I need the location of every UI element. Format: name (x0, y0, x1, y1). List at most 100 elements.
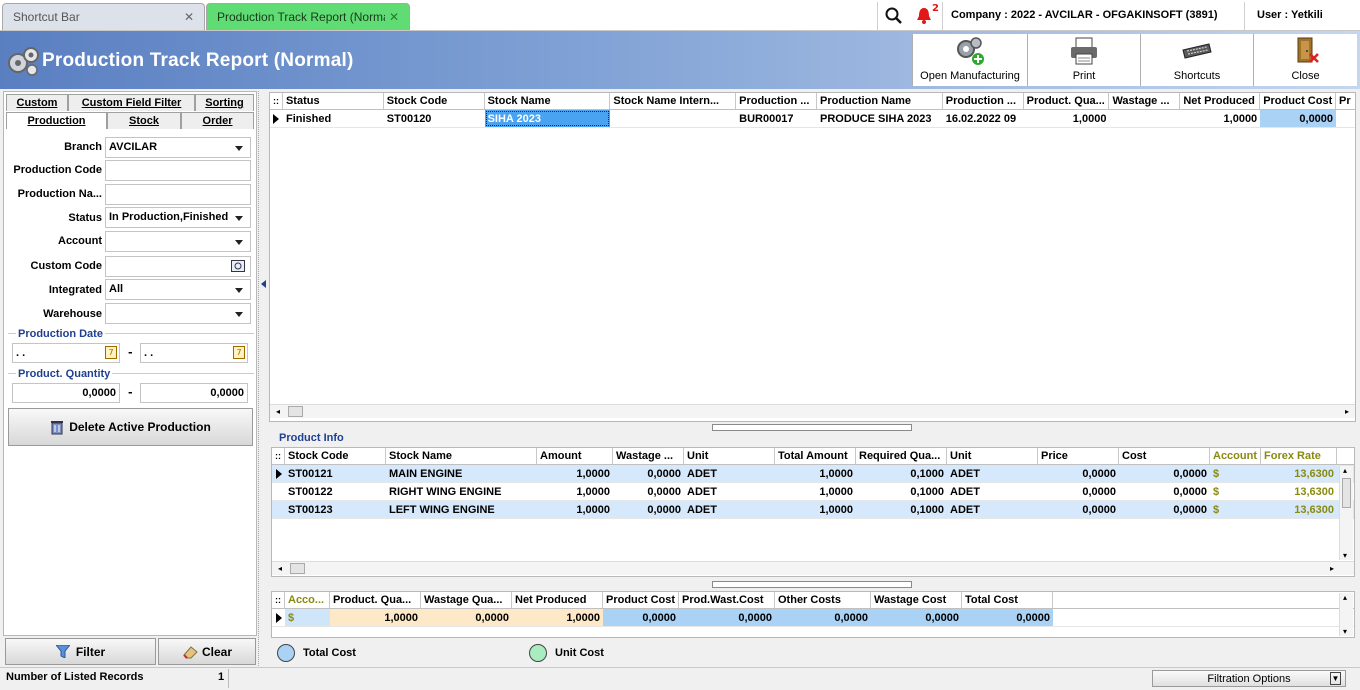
col-status[interactable]: Status (283, 93, 384, 109)
close-button[interactable]: Close (1253, 34, 1357, 86)
delete-active-production-button[interactable]: Delete Active Production (8, 408, 253, 446)
calendar-icon[interactable]: 7 (105, 346, 117, 359)
tab-custom-field-filter[interactable]: Custom Field Filter (68, 94, 195, 111)
scroll-right-icon[interactable]: ▸ (1330, 564, 1334, 573)
col-stock-name[interactable]: Stock Name (386, 448, 537, 464)
col-production-name[interactable]: Production Name (817, 93, 943, 109)
col-account[interactable]: Acco... (285, 592, 330, 608)
col-wastage-cost[interactable]: Wastage Cost (871, 592, 962, 608)
custom-code-input[interactable] (105, 256, 251, 277)
col-wastage[interactable]: Wastage ... (613, 448, 684, 464)
production-date-to[interactable]: . . (140, 343, 248, 363)
cell-account: $ (1213, 468, 1220, 480)
row-pointer-icon (272, 483, 285, 500)
bell-icon[interactable] (916, 7, 932, 24)
scroll-thumb[interactable] (288, 406, 303, 417)
cell-stock-name: MAIN ENGINE (389, 468, 463, 480)
panel-splitter[interactable] (258, 91, 268, 666)
cell-stock-name[interactable]: SIHA 2023 (484, 110, 611, 127)
col-wastage-quantity[interactable]: Wastage Qua... (421, 592, 512, 608)
col-net-produced[interactable]: Net Produced (1180, 93, 1261, 109)
close-icon[interactable]: ✕ (184, 10, 194, 24)
integrated-select[interactable]: All (105, 279, 251, 300)
account-select[interactable] (105, 231, 251, 252)
tab-production[interactable]: Production (6, 112, 107, 129)
scroll-up-icon[interactable]: ▴ (1343, 466, 1347, 475)
vertical-scrollbar[interactable]: ▴ ▾ (1339, 593, 1353, 636)
tab-stock[interactable]: Stock (107, 112, 181, 129)
production-code-input[interactable] (105, 160, 251, 181)
vertical-scrollbar[interactable]: ▴ ▾ (1339, 466, 1353, 560)
scroll-thumb[interactable] (1342, 478, 1351, 508)
col-stock-name-intern[interactable]: Stock Name Intern... (610, 93, 737, 109)
shortcuts-button[interactable]: Shortcuts (1140, 34, 1253, 86)
scroll-left-icon[interactable]: ◂ (276, 407, 280, 416)
open-manufacturing-button[interactable]: Open Manufacturing (912, 34, 1027, 86)
horizontal-scrollbar[interactable]: ◂ ▸ (270, 404, 1355, 418)
print-button[interactable]: Print (1027, 34, 1140, 86)
records-count: 1 (218, 671, 225, 683)
col-unit[interactable]: Unit (684, 448, 775, 464)
col-wastage[interactable]: Wastage ... (1109, 93, 1181, 109)
quantity-to-input[interactable]: 0,0000 (140, 383, 248, 403)
table-row[interactable]: ST00123 LEFT WING ENGINE 1,0000 0,0000 ADET 1… (272, 501, 1354, 519)
tab-order[interactable]: Order (181, 112, 254, 129)
col-product-cost[interactable]: Product Cost (1260, 93, 1337, 109)
col-unit-2[interactable]: Unit (947, 448, 1038, 464)
col-prod-wast-cost[interactable]: Prod.Wast.Cost (679, 592, 775, 608)
tab-custom[interactable]: Custom (6, 94, 68, 111)
close-icon[interactable]: ✕ (389, 10, 399, 24)
table-row[interactable]: ST00122 RIGHT WING ENGINE 1,0000 0,0000 ADET… (272, 483, 1354, 501)
col-account[interactable]: Account (1210, 448, 1261, 464)
col-product-quantity[interactable]: Product. Qua... (1024, 93, 1110, 109)
col-production-date[interactable]: Production ... (943, 93, 1024, 109)
lookup-icon[interactable] (231, 259, 245, 272)
table-row[interactable]: ST00121 MAIN ENGINE 1,0000 0,0000 ADET 1,0000… (272, 465, 1354, 483)
col-required-quantity[interactable]: Required Qua... (856, 448, 947, 464)
col-stock-name[interactable]: Stock Name (485, 93, 611, 109)
branch-select[interactable]: AVCILAR (105, 137, 251, 158)
scroll-right-icon[interactable]: ▸ (1345, 407, 1349, 416)
col-cost[interactable]: Cost (1119, 448, 1210, 464)
table-row[interactable]: $ 1,0000 0,0000 1,0000 0,0000 0,0000 0,0… (272, 609, 1354, 627)
scroll-down-icon[interactable]: ▾ (1343, 551, 1347, 560)
scroll-down-icon[interactable]: ▾ (1343, 627, 1347, 636)
grid-header: :: Acco... Product. Qua... Wastage Qua..… (272, 592, 1354, 609)
col-amount[interactable]: Amount (537, 448, 613, 464)
col-product-quantity[interactable]: Product. Qua... (330, 592, 421, 608)
col-pr[interactable]: Pr (1336, 93, 1355, 109)
col-product-cost[interactable]: Product Cost (603, 592, 679, 608)
col-forex-rate[interactable]: Forex Rate (1261, 448, 1337, 464)
tab-production-track-report[interactable]: Production Track Report (Normal) ✕ (206, 3, 410, 30)
grid-splitter[interactable] (712, 424, 912, 431)
col-price[interactable]: Price (1038, 448, 1119, 464)
col-total-cost[interactable]: Total Cost (962, 592, 1053, 608)
tab-shortcut-bar[interactable]: Shortcut Bar ✕ (2, 3, 205, 30)
production-name-input[interactable] (105, 184, 251, 205)
col-stock-code[interactable]: Stock Code (384, 93, 485, 109)
grid-splitter[interactable] (712, 581, 912, 588)
production-date-from[interactable]: . . (12, 343, 120, 363)
filtration-options-dropdown[interactable]: Filtration Options ▼ (1152, 670, 1346, 687)
warehouse-select[interactable] (105, 303, 251, 324)
quantity-from-input[interactable]: 0,0000 (12, 383, 120, 403)
chevron-down-icon[interactable]: ▼ (1330, 672, 1341, 685)
filter-button[interactable]: Filter (5, 638, 156, 665)
table-row[interactable]: Finished ST00120 SIHA 2023 BUR00017 PROD… (270, 110, 1355, 128)
col-production-code[interactable]: Production ... (736, 93, 817, 109)
col-other-costs[interactable]: Other Costs (775, 592, 871, 608)
col-stock-code[interactable]: Stock Code (285, 448, 386, 464)
status-select[interactable]: In Production,Finished (105, 207, 251, 228)
horizontal-scrollbar[interactable]: ◂ ▸ (272, 561, 1354, 575)
search-icon[interactable] (885, 7, 903, 25)
col-total-amount[interactable]: Total Amount (775, 448, 856, 464)
product-info-title: Product Info (279, 432, 344, 444)
scroll-thumb[interactable] (290, 563, 305, 574)
scroll-up-icon[interactable]: ▴ (1343, 593, 1347, 602)
col-net-produced[interactable]: Net Produced (512, 592, 603, 608)
tab-sorting[interactable]: Sorting (195, 94, 254, 111)
clear-button[interactable]: Clear (158, 638, 256, 665)
calendar-icon[interactable]: 7 (233, 346, 245, 359)
cell-status: Finished (285, 113, 332, 125)
scroll-left-icon[interactable]: ◂ (278, 564, 282, 573)
